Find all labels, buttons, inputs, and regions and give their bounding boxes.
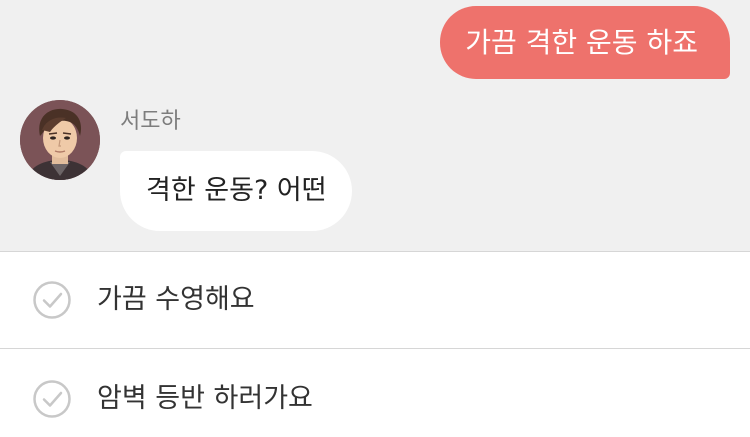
choice-option-2[interactable]: 암벽 등반 하러가요 [0, 349, 750, 437]
outgoing-message-text: 가끔 격한 운동 하죠 [465, 26, 698, 59]
avatar [20, 100, 100, 180]
check-circle-icon [33, 380, 71, 418]
check-circle-icon [33, 281, 71, 319]
sender-name: 서도하 [120, 109, 181, 134]
chat-screen: 가끔 격한 운동 하죠 서도하 격한 운동? 어떤 가끔 수영해요 암벽 등반 … [0, 0, 750, 437]
choice-label: 가끔 수영해요 [97, 284, 255, 315]
incoming-message-bubble: 격한 운동? 어떤 [120, 151, 352, 231]
incoming-message-text: 격한 운동? 어떤 [146, 175, 327, 206]
choice-label: 암벽 등반 하러가요 [97, 383, 313, 414]
character-portrait-icon [20, 100, 100, 180]
outgoing-message-bubble: 가끔 격한 운동 하죠 [440, 6, 730, 79]
chat-area: 가끔 격한 운동 하죠 서도하 격한 운동? 어떤 [0, 0, 750, 251]
choice-option-1[interactable]: 가끔 수영해요 [0, 252, 750, 348]
